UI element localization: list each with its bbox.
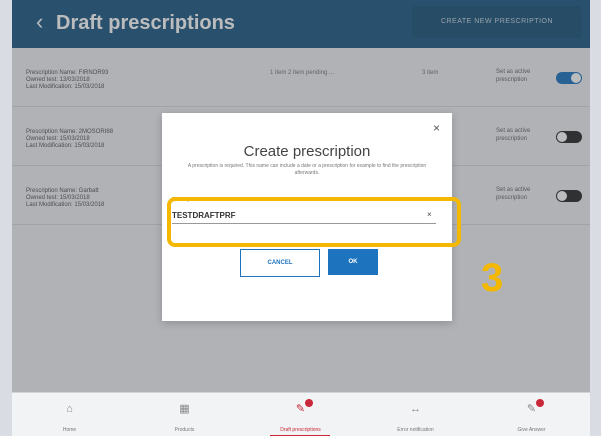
products-icon: ▦ (179, 403, 190, 415)
notification-icon: ↔ (410, 403, 421, 415)
notification-badge (536, 399, 544, 407)
cancel-button[interactable]: CANCEL (240, 249, 320, 277)
nav-label: Home (62, 427, 77, 433)
nav-item-error-notification[interactable]: ↔ Error notification (358, 393, 473, 436)
ok-button[interactable]: OK (328, 249, 378, 275)
nav-item-products[interactable]: ▦ Products (127, 393, 242, 436)
dialog-title: Create prescription (243, 143, 371, 160)
step-number: 3 (481, 256, 504, 300)
dialog-description: A prescription is required. This name ca… (187, 163, 427, 176)
nav-item-give-answer[interactable]: ✎ Give Answer (474, 393, 589, 436)
step-highlight-box (167, 197, 461, 247)
nav-label: Products (174, 427, 195, 433)
close-icon[interactable]: × (433, 121, 440, 135)
nav-label: Give Answer (517, 427, 546, 433)
nav-label: Error notification (397, 427, 434, 433)
nav-label: Draft prescriptions (280, 427, 321, 433)
nav-item-draft-prescriptions[interactable]: ✎ Draft prescriptions (243, 393, 358, 436)
bottom-nav: ⌂ Home ▦ Products ✎ Draft prescriptions … (12, 392, 590, 436)
notification-badge (305, 399, 313, 407)
home-icon: ⌂ (66, 403, 73, 415)
nav-item-home[interactable]: ⌂ Home (12, 393, 127, 436)
